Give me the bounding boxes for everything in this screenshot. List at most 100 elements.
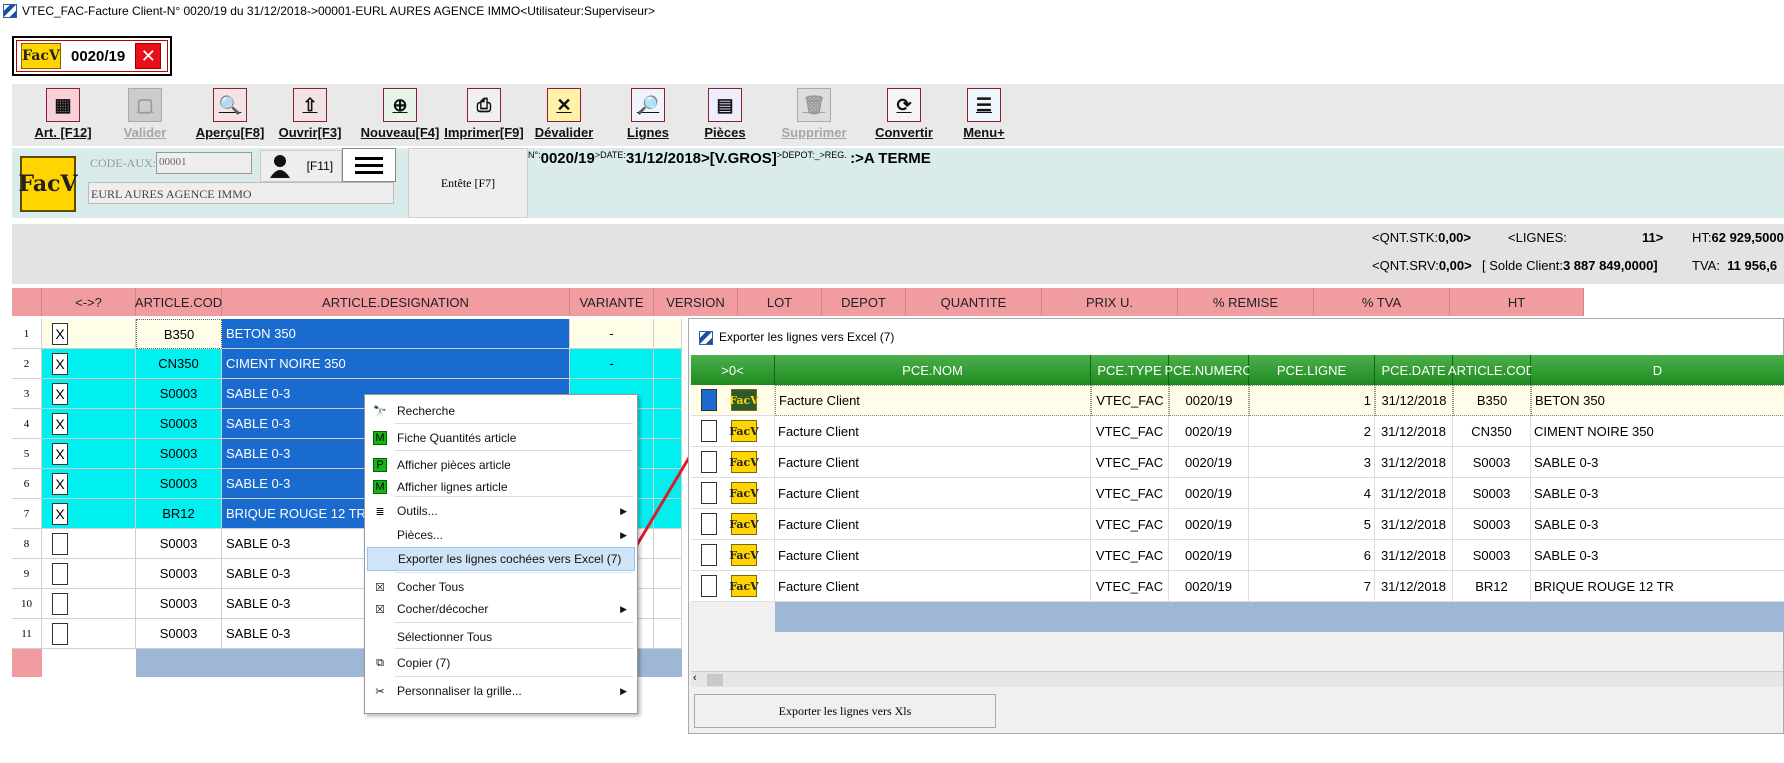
export-header-7[interactable]: D — [1531, 355, 1784, 385]
toolbar-pi-ces-button[interactable]: ▤ Pièces — [692, 88, 758, 140]
row-checkbox[interactable] — [52, 562, 68, 585]
row-checkbox-cell[interactable]: X — [42, 439, 136, 469]
menu-item-afficher-pi-ces-article[interactable]: P Afficher pièces article — [367, 453, 635, 477]
export-row[interactable]: FacV Facture Client VTEC_FAC 0020/19 2 31/12/… — [689, 416, 1784, 447]
document-tab[interactable]: FacV 0020/19 ✕ — [12, 36, 172, 76]
export-row[interactable]: FacV Facture Client VTEC_FAC 0020/19 1 31/12/… — [689, 385, 1784, 416]
hamburger-menu-button[interactable] — [342, 148, 396, 182]
export-row-checkbox[interactable] — [701, 544, 717, 566]
toolbar-convertir-button[interactable]: ⟳ Convertir — [864, 88, 944, 140]
client-name-field[interactable]: EURL AURES AGENCE IMMO — [88, 182, 394, 204]
scrollbar-thumb[interactable] — [707, 674, 723, 686]
menu-item-personnaliser-la-grille[interactable]: ✂ Personnaliser la grille... ▶ — [367, 679, 635, 703]
grid-header-10[interactable]: % REMISE — [1178, 288, 1314, 316]
menu-item-outils[interactable]: ≣ Outils... ▶ — [367, 499, 635, 523]
export-header-1[interactable]: PCE.NOM — [775, 355, 1091, 385]
grid-header-0[interactable] — [12, 288, 42, 316]
grid-header-11[interactable]: % TVA — [1314, 288, 1450, 316]
export-header-3[interactable]: PCE.NUMERO — [1164, 355, 1253, 385]
entete-button[interactable]: Entête [F7] — [408, 148, 528, 218]
toolbar-d-valider-button[interactable]: ✕ Dévalider — [526, 88, 602, 140]
toolbar-aper-u-f8-button[interactable]: 🔍 Aperçu[F8] — [190, 88, 270, 140]
menu-item-pi-ces[interactable]: Pièces... ▶ — [367, 523, 635, 547]
client-button[interactable]: [F11] — [260, 150, 342, 182]
export-check-cell[interactable]: FacV — [691, 540, 775, 571]
export-row[interactable]: FacV Facture Client VTEC_FAC 0020/19 7 31/12/… — [689, 571, 1784, 602]
row-checkbox[interactable]: X — [52, 412, 68, 435]
export-check-cell[interactable]: FacV — [691, 478, 775, 509]
toolbar-imprimer-f9-button[interactable]: ⎙ Imprimer[F9] — [440, 88, 528, 140]
row-checkbox[interactable]: X — [52, 442, 68, 465]
toolbar-valider-button[interactable]: ▢ Valider — [110, 88, 180, 140]
row-checkbox-cell[interactable] — [42, 619, 136, 649]
export-row-checkbox[interactable] — [701, 420, 717, 442]
row-checkbox[interactable] — [52, 622, 68, 645]
export-header-0[interactable]: >0< — [691, 355, 775, 385]
row-checkbox-cell[interactable]: X — [42, 349, 136, 379]
row-checkbox[interactable]: X — [52, 352, 68, 375]
grid-header-7[interactable]: DEPOT — [822, 288, 906, 316]
export-row-checkbox[interactable] — [701, 482, 717, 504]
grid-header-3[interactable]: ARTICLE.DESIGNATION — [222, 288, 570, 316]
table-row[interactable]: 2 X CN350 CIMENT NOIRE 350- — [12, 349, 682, 379]
export-header-2[interactable]: PCE.TYPE — [1091, 355, 1169, 385]
grid-header-9[interactable]: PRIX U. — [1042, 288, 1178, 316]
export-row-checkbox[interactable] — [701, 451, 717, 473]
code-aux-input[interactable]: 00001 — [156, 152, 252, 174]
grid-header-5[interactable]: VERSION — [654, 288, 738, 316]
menu-item-cocher-tous[interactable]: ☒ Cocher Tous — [367, 575, 635, 599]
export-header-5[interactable]: PCE.DATE — [1375, 355, 1453, 385]
menu-item-exporter-les-lignes-coch-es-vers-excel-7[interactable]: Exporter les lignes cochées vers Excel (… — [367, 547, 635, 571]
toolbar-supprimer-button[interactable]: 🗑 Supprimer — [772, 88, 856, 140]
grid-header-8[interactable]: QUANTITE — [906, 288, 1042, 316]
row-checkbox-cell[interactable]: X — [42, 319, 136, 349]
menu-item-afficher-lignes-article[interactable]: M Afficher lignes article — [367, 475, 635, 499]
row-checkbox[interactable] — [52, 532, 68, 555]
row-checkbox-cell[interactable] — [42, 529, 136, 559]
export-header-6[interactable]: ARTICLE.COD — [1448, 355, 1535, 385]
toolbar-ouvrir-f3-button[interactable]: ⇧ Ouvrir[F3] — [270, 88, 350, 140]
export-row[interactable]: FacV Facture Client VTEC_FAC 0020/19 5 31/12/… — [689, 509, 1784, 540]
grid-header-1[interactable]: <->? — [42, 288, 136, 316]
row-checkbox[interactable]: X — [52, 382, 68, 405]
grid-header-4[interactable]: VARIANTE — [570, 288, 654, 316]
row-checkbox[interactable]: X — [52, 472, 68, 495]
menu-item-recherche[interactable]: 🔭 Recherche — [367, 399, 635, 423]
horizontal-scrollbar[interactable]: ‹ — [691, 671, 1783, 687]
toolbar-menu-button[interactable]: ☰ Menu+ — [954, 88, 1014, 140]
scroll-left-icon[interactable]: ‹ — [693, 672, 697, 684]
export-row[interactable]: FacV Facture Client VTEC_FAC 0020/19 3 31/12/… — [689, 447, 1784, 478]
export-row-checkbox[interactable] — [701, 575, 717, 597]
table-row[interactable]: 1 X B350 BETON 350- — [12, 319, 682, 349]
toolbar-nouveau-f4-button[interactable]: ⊕ Nouveau[F4] — [354, 88, 446, 140]
export-check-cell[interactable]: FacV — [691, 385, 775, 416]
grid-header-6[interactable]: LOT — [738, 288, 822, 316]
export-row-checkbox[interactable] — [701, 513, 717, 535]
row-checkbox[interactable]: X — [52, 502, 68, 525]
export-check-cell[interactable]: FacV — [691, 509, 775, 540]
export-row[interactable]: FacV Facture Client VTEC_FAC 0020/19 6 31/12/… — [689, 540, 1784, 571]
export-check-cell[interactable]: FacV — [691, 447, 775, 478]
toolbar-lignes-button[interactable]: 🔎 Lignes — [618, 88, 678, 140]
row-checkbox-cell[interactable] — [42, 559, 136, 589]
row-checkbox-cell[interactable]: X — [42, 469, 136, 499]
row-checkbox-cell[interactable]: X — [42, 409, 136, 439]
export-row-checkbox[interactable] — [701, 389, 717, 411]
grid-header-12[interactable]: HT — [1450, 288, 1584, 316]
menu-item-copier-7[interactable]: ⧉ Copier (7) — [367, 651, 635, 675]
menu-item-cocher-d-cocher[interactable]: ☒ Cocher/décocher ▶ — [367, 597, 635, 621]
grid-header-2[interactable]: ARTICLE.COD — [135, 288, 222, 316]
row-checkbox[interactable] — [52, 592, 68, 615]
row-checkbox[interactable]: X — [52, 322, 68, 345]
row-checkbox-cell[interactable] — [42, 589, 136, 619]
export-header-4[interactable]: PCE.LIGNE — [1249, 355, 1375, 385]
export-check-cell[interactable]: FacV — [691, 571, 775, 602]
close-tab-button[interactable]: ✕ — [135, 43, 162, 69]
export-row[interactable]: FacV Facture Client VTEC_FAC 0020/19 4 31/12/… — [689, 478, 1784, 509]
menu-item-fiche-quantit-s-article[interactable]: M Fiche Quantités article — [367, 426, 635, 450]
export-xls-button[interactable]: Exporter les lignes vers Xls — [694, 694, 996, 728]
menu-item-s-lectionner-tous[interactable]: Sélectionner Tous — [367, 625, 635, 649]
export-check-cell[interactable]: FacV — [691, 416, 775, 447]
row-checkbox-cell[interactable]: X — [42, 379, 136, 409]
toolbar-art-f12-button[interactable]: ▦ Art. [F12] — [28, 88, 98, 140]
